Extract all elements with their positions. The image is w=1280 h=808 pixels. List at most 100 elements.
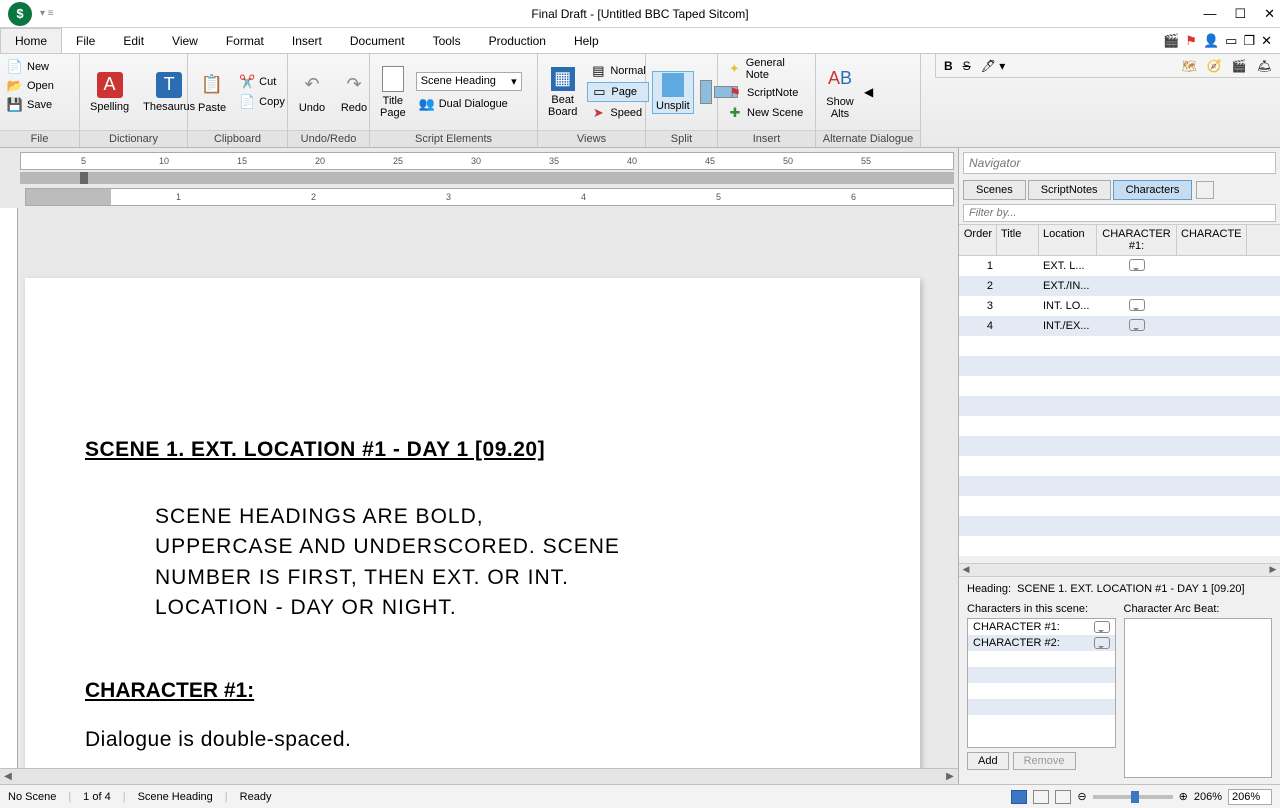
tab-production[interactable]: Production [475,28,560,53]
script-note-button[interactable]: ⚑ScriptNote [724,84,801,102]
menu-bar: Home File Edit View Format Insert Docume… [0,28,1280,54]
pane-close-icon[interactable]: ✕ [1261,33,1272,49]
pane-restore-icon[interactable]: ❐ [1243,33,1255,49]
view-page-icon[interactable] [1011,790,1027,804]
script-page[interactable]: SCENE 1. EXT. LOCATION #1 - DAY 1 [09.20… [25,278,920,768]
characters-list[interactable]: CHARACTER #1:CHARACTER #2: [967,618,1116,748]
spelling-button[interactable]: ASpelling [86,70,133,115]
vertical-ruler[interactable] [0,208,18,768]
strikethrough-button[interactable]: S [963,59,971,73]
clapper-icon[interactable]: 🎬 [1163,33,1179,49]
redo-button[interactable]: ↷Redo [336,69,372,116]
pane-min-icon[interactable]: ▭ [1225,33,1237,49]
chevron-down-icon: ▾ [511,75,517,88]
zoom-input[interactable] [1228,789,1272,805]
nav-list-icon[interactable] [1196,181,1214,199]
tab-file[interactable]: File [62,28,109,53]
view-grid-icon[interactable] [1055,790,1071,804]
status-page: 1 of 4 [83,791,111,803]
scene-heading[interactable]: SCENE 1. EXT. LOCATION #1 - DAY 1 [09.20… [85,438,860,462]
tab-edit[interactable]: Edit [109,28,158,53]
dual-dialogue-button[interactable]: 👥Dual Dialogue [416,95,522,113]
beat-board-button[interactable]: ▦Beat Board [544,65,581,120]
navigator-search[interactable] [963,152,1276,174]
open-button[interactable]: 📂Open [4,77,57,95]
unsplit-button[interactable]: Unsplit [652,71,694,114]
nav-tab-scenes[interactable]: Scenes [963,180,1026,200]
zoom-in-icon[interactable]: ⊕ [1179,790,1188,803]
bold-button[interactable]: B [944,59,953,73]
dialogue-text[interactable]: Dialogue is double-spaced. [85,728,860,752]
arc-beat-box[interactable] [1124,618,1273,778]
tab-home[interactable]: Home [0,28,62,53]
map-icon[interactable]: 🗺 [1182,59,1197,73]
show-alts-button[interactable]: ABShow Alts [822,63,858,122]
nav-tab-scriptnotes[interactable]: ScriptNotes [1028,180,1111,200]
maximize-icon[interactable]: ☐ [1234,6,1246,22]
status-scene: No Scene [8,791,56,803]
tab-format[interactable]: Format [212,28,278,53]
character-name[interactable]: CHARACTER #1: [85,679,860,703]
close-icon[interactable]: ✕ [1264,6,1275,22]
tab-view[interactable]: View [158,28,212,53]
zoom-out-icon[interactable]: ⊖ [1077,790,1086,803]
title-page-button[interactable]: Title Page [376,64,410,121]
quick-access[interactable]: ▾ ≡ [40,8,54,19]
undo-button[interactable]: ↶Undo [294,69,330,116]
format-strip: B S 🖊 ▾ 🗺 🧭 🎬 🛎 [935,54,1280,78]
save-button[interactable]: 💾Save [4,96,55,114]
highlighter-button[interactable]: 🖊 ▾ [981,59,1006,73]
split-h-icon[interactable] [700,80,712,104]
nav-tab-characters[interactable]: Characters [1113,180,1193,200]
action-text[interactable]: SCENE HEADINGS ARE BOLD, UPPERCASE AND U… [85,502,625,624]
nav-table-header[interactable]: Order Title Location CHARACTER #1: CHARA… [959,224,1280,256]
cut-button[interactable]: ✂️Cut [236,73,288,91]
bell-icon[interactable]: 🛎 [1257,59,1272,73]
list-item[interactable]: CHARACTER #1: [968,619,1115,635]
tab-insert[interactable]: Insert [278,28,336,53]
horizontal-ruler[interactable]: 510152025303540455055 [20,152,954,170]
tab-help[interactable]: Help [560,28,613,53]
navigator-panel: Scenes ScriptNotes Characters Order Titl… [958,148,1280,784]
new-button[interactable]: 📄New [4,58,52,76]
user-icon[interactable]: 👤 [1203,33,1219,49]
horizontal-scrollbar[interactable]: ◀▶ [0,768,958,784]
heading-value: SCENE 1. EXT. LOCATION #1 - DAY 1 [09.20… [1017,583,1244,595]
tab-tools[interactable]: Tools [419,28,475,53]
heading-label: Heading: [967,583,1011,595]
table-row[interactable]: 4INT./EX... [959,316,1280,336]
add-button[interactable]: Add [967,752,1009,770]
speed-view-button[interactable]: ➤Speed [587,104,648,122]
zoom-slider[interactable] [1093,795,1173,799]
tab-document[interactable]: Document [336,28,419,53]
status-bar: No Scene| 1 of 4| Scene Heading| Ready ⊖… [0,784,1280,808]
remove-button[interactable]: Remove [1013,752,1076,770]
alt-prev-icon[interactable]: ◀ [864,85,873,99]
copy-button[interactable]: 📄Copy [236,93,288,111]
clapper2-icon[interactable]: 🎬 [1232,59,1247,73]
filter-input[interactable] [963,204,1276,222]
status-ready: Ready [240,791,272,803]
page-view-button[interactable]: ▭Page [587,82,648,102]
minimize-icon[interactable]: — [1203,6,1216,21]
new-scene-button[interactable]: ✚New Scene [724,104,806,122]
table-row[interactable]: 2EXT./IN... [959,276,1280,296]
app-icon: $ [8,2,32,26]
paste-button[interactable]: 📋Paste [194,69,230,116]
table-row[interactable]: 3INT. LO... [959,296,1280,316]
general-note-button[interactable]: ✦General Note [724,56,809,82]
table-row[interactable]: 1EXT. L... [959,256,1280,276]
flag-icon[interactable]: ⚑ [1185,33,1197,49]
list-item[interactable]: CHARACTER #2: [968,635,1115,651]
zoom-percent: 206% [1194,791,1222,803]
normal-view-button[interactable]: ▤Normal [587,62,648,80]
element-combo[interactable]: Scene Heading▾ [416,72,522,91]
zoom-bar[interactable] [20,172,954,184]
arc-beat-label: Character Arc Beat: [1124,603,1273,615]
view-normal-icon[interactable] [1033,790,1049,804]
compass-icon[interactable]: 🧭 [1207,59,1222,73]
chars-in-scene-label: Characters in this scene: [967,603,1116,615]
group-file-label: File [0,130,79,147]
page-ruler[interactable]: 123456 [25,188,954,206]
nav-hscroll[interactable]: ◀▶ [959,563,1280,577]
